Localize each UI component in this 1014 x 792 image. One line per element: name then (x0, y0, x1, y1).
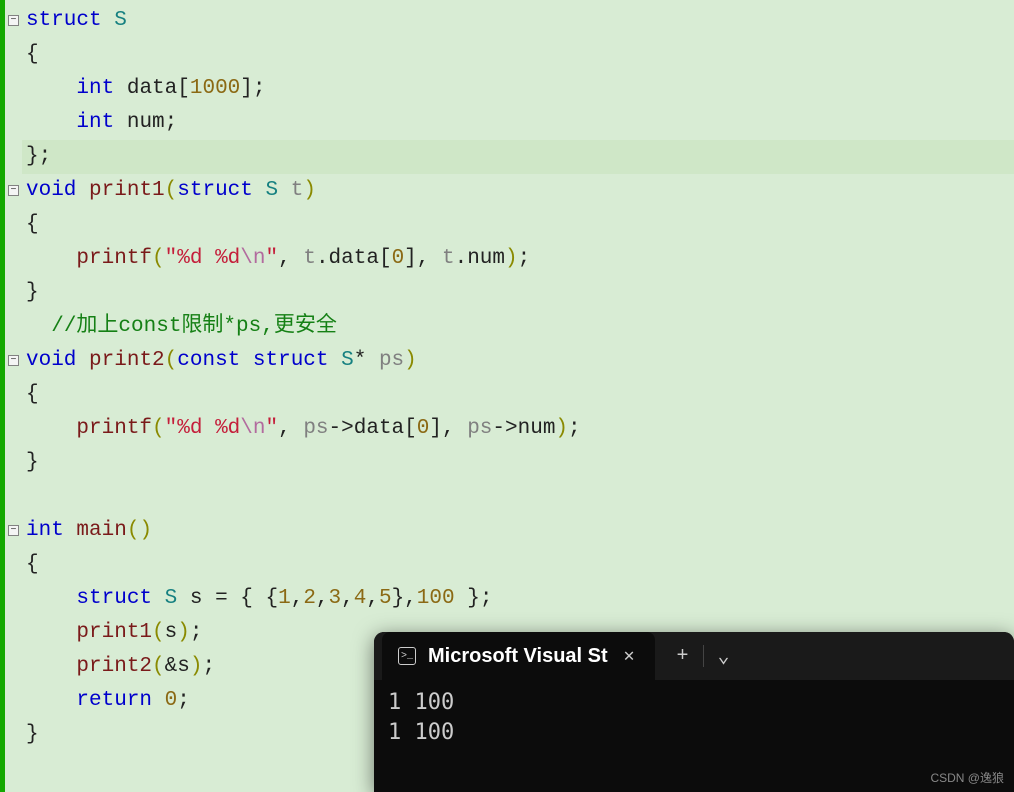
code-line[interactable]: struct S (22, 4, 1014, 38)
fold-gutter (0, 0, 22, 792)
code-line[interactable]: int data[1000]; (22, 72, 1014, 106)
code-line[interactable]: int num; (22, 106, 1014, 140)
fold-toggle-icon[interactable] (8, 525, 19, 536)
fold-toggle-icon[interactable] (8, 185, 19, 196)
code-line[interactable] (22, 480, 1014, 514)
terminal-titlebar: >_ Microsoft Visual St ✕ + ⌄ (374, 632, 1014, 680)
code-line[interactable]: }; (22, 140, 1014, 174)
terminal-output-line: 1 100 (388, 718, 1000, 748)
terminal-output-line: 1 100 (388, 688, 1000, 718)
fold-toggle-icon[interactable] (8, 355, 19, 366)
fold-toggle-icon[interactable] (8, 15, 19, 26)
code-line[interactable]: { (22, 208, 1014, 242)
code-line[interactable]: { (22, 548, 1014, 582)
terminal-icon: >_ (398, 647, 416, 665)
code-line[interactable]: { (22, 38, 1014, 72)
divider (703, 645, 704, 667)
new-tab-button[interactable]: + (667, 641, 699, 672)
titlebar-actions: + ⌄ (655, 639, 752, 673)
code-line[interactable]: //加上const限制*ps,更安全 (22, 310, 1014, 344)
terminal-window: >_ Microsoft Visual St ✕ + ⌄ 1 1001 100 (374, 632, 1014, 792)
code-line[interactable]: } (22, 276, 1014, 310)
code-line[interactable]: void print2(const struct S* ps) (22, 344, 1014, 378)
code-line[interactable]: struct S s = { {1,2,3,4,5},100 }; (22, 582, 1014, 616)
code-line[interactable]: void print1(struct S t) (22, 174, 1014, 208)
code-line[interactable]: int main() (22, 514, 1014, 548)
code-line[interactable]: { (22, 378, 1014, 412)
watermark: CSDN @逸狼 (930, 769, 1004, 786)
terminal-output[interactable]: 1 1001 100 (374, 680, 1014, 756)
code-line[interactable]: } (22, 446, 1014, 480)
terminal-tab-title: Microsoft Visual St (428, 645, 608, 668)
tab-dropdown-icon[interactable]: ⌄ (708, 639, 740, 673)
code-line[interactable]: printf("%d %d\n", t.data[0], t.num); (22, 242, 1014, 276)
code-line[interactable]: printf("%d %d\n", ps->data[0], ps->num); (22, 412, 1014, 446)
terminal-tab[interactable]: >_ Microsoft Visual St ✕ (382, 632, 655, 680)
close-tab-icon[interactable]: ✕ (620, 643, 639, 669)
